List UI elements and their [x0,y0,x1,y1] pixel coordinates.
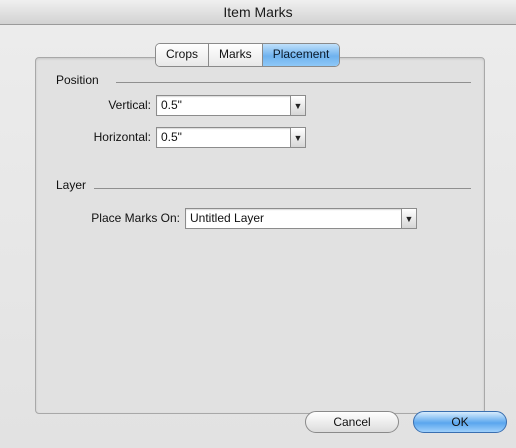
vertical-combo[interactable]: 0.5" ▼ [156,95,306,116]
place-marks-on-label: Place Marks On: [91,211,180,225]
tab-placement[interactable]: Placement [262,44,340,66]
dropdown-arrow-icon[interactable]: ▼ [290,96,305,115]
place-marks-on-popup[interactable]: Untitled Layer ▼ [185,208,417,229]
title-bar: Item Marks [0,0,516,25]
dialog-body: Crops Marks Placement Position Vertical:… [0,25,516,448]
window-title: Item Marks [223,4,293,20]
cancel-button[interactable]: Cancel [305,411,399,433]
layer-heading: Layer [56,178,87,192]
horizontal-value: 0.5" [161,130,182,144]
place-marks-on-value: Untitled Layer [190,211,265,225]
horizontal-label: Horizontal: [93,130,151,144]
position-divider [116,82,471,83]
vertical-value: 0.5" [161,98,182,112]
vertical-label: Vertical: [108,98,151,112]
tab-bar: Crops Marks Placement [155,43,341,67]
tab-crops[interactable]: Crops [156,44,210,66]
ok-button[interactable]: OK [413,411,507,433]
dropdown-arrow-icon[interactable]: ▼ [401,209,416,228]
position-heading: Position [56,73,99,87]
dropdown-arrow-icon[interactable]: ▼ [290,128,305,147]
tab-marks[interactable]: Marks [209,44,263,66]
layer-divider [94,188,471,189]
horizontal-combo[interactable]: 0.5" ▼ [156,127,306,148]
tab-content-panel: Position Vertical: 0.5" ▼ Horizontal: 0.… [35,57,485,414]
